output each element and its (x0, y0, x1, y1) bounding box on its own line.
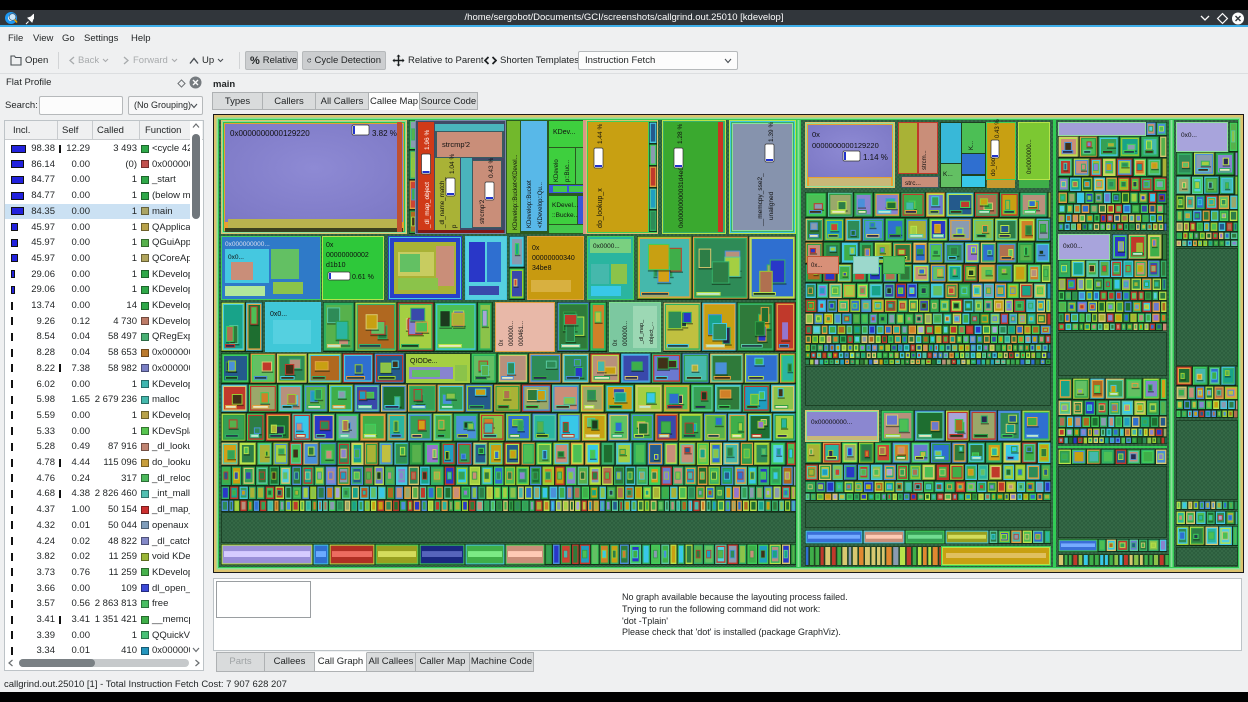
svg-text:1.44 %: 1.44 % (597, 124, 604, 144)
svg-text:strcmp'2: strcmp'2 (479, 199, 486, 224)
svg-text:do_lookup_x: do_lookup_x (597, 188, 604, 228)
svg-text:0.61 %: 0.61 % (352, 274, 374, 281)
svg-text:0x: 0x (812, 130, 820, 139)
svg-text:0x0000000000129220: 0x0000000000129220 (230, 129, 310, 138)
svg-text:1.28 %: 1.28 % (677, 124, 684, 144)
svg-text:0000000000129220: 0000000000129220 (812, 141, 879, 150)
svg-text:KDevelop::Bucket<KDevel...: KDevelop::Bucket<KDevel... (513, 154, 519, 230)
svg-text:0x0...: 0x0... (228, 254, 244, 261)
svg-text:_dl_name_match_: _dl_name_match_ (439, 177, 446, 229)
svg-text:_dl_map_object: _dl_map_object (424, 182, 431, 229)
svg-text:0x: 0x (326, 242, 334, 249)
svg-text:0x0000000...: 0x0000000... (1027, 139, 1033, 174)
svg-text:d1b10: d1b10 (326, 262, 346, 269)
svg-text:0x00000000031d4e0: 0x00000000031d4e0 (678, 167, 685, 228)
svg-text:1.39 %: 1.39 % (768, 122, 775, 142)
svg-text:0x00...: 0x00... (1063, 243, 1083, 250)
svg-text:1.04 %: 1.04 % (449, 154, 456, 174)
svg-text:KDevel...: KDevel... (552, 202, 579, 209)
svg-text:p::Buc...: p::Buc... (565, 160, 571, 182)
svg-text:KDev...: KDev... (553, 129, 575, 136)
svg-text:strcmp'2: strcmp'2 (442, 140, 470, 149)
svg-text:0x0000...: 0x0000... (593, 243, 620, 250)
svg-text:0x: 0x (613, 340, 619, 346)
svg-text:0x...: 0x... (811, 263, 823, 269)
svg-text:0x: 0x (532, 245, 540, 252)
svg-text:3.82 %: 3.82 % (372, 129, 397, 138)
svg-text:strcm...: strcm... (922, 150, 928, 170)
svg-text:1.14 %: 1.14 % (863, 153, 888, 162)
svg-text:KDevelop::Bucket: KDevelop::Bucket (527, 180, 533, 228)
svg-text:object_...: object_... (649, 321, 655, 344)
svg-text:p: p (451, 224, 458, 228)
svg-text:000000...: 000000... (623, 321, 629, 346)
svg-text:K...: K... (969, 141, 975, 150)
svg-text:1.96 %: 1.96 % (424, 130, 431, 150)
svg-text:000000...: 000000... (509, 321, 515, 346)
svg-text:::Bucke...: ::Bucke... (552, 212, 579, 219)
svg-text:0x: 0x (499, 340, 505, 346)
svg-text:0x00000000...: 0x00000000... (811, 419, 852, 426)
svg-text:_dl_map_: _dl_map_ (639, 319, 645, 345)
svg-text:000461...: 000461... (519, 321, 525, 346)
svg-text:00000000340: 00000000340 (532, 255, 575, 262)
svg-text:KDevelo: KDevelo (554, 159, 560, 182)
svg-text:unaligned: unaligned (768, 191, 775, 220)
svg-text:0.43 %: 0.43 % (995, 119, 1001, 138)
svg-text:0x000000000...: 0x000000000... (225, 241, 270, 248)
svg-text:strc...: strc... (905, 180, 921, 187)
svg-text:QIODe...: QIODe... (410, 358, 438, 365)
svg-text:__memcpy_sse2_: __memcpy_sse2_ (757, 173, 764, 227)
svg-text:0x0...: 0x0... (270, 311, 287, 318)
svg-text:34be8: 34be8 (532, 265, 552, 272)
svg-text:K...: K... (943, 171, 953, 178)
svg-text:0.43 %: 0.43 % (488, 158, 495, 178)
svg-text:<KDevelop::Qu...: <KDevelop::Qu... (538, 182, 544, 228)
svg-text:00000000002: 00000000002 (326, 252, 369, 259)
